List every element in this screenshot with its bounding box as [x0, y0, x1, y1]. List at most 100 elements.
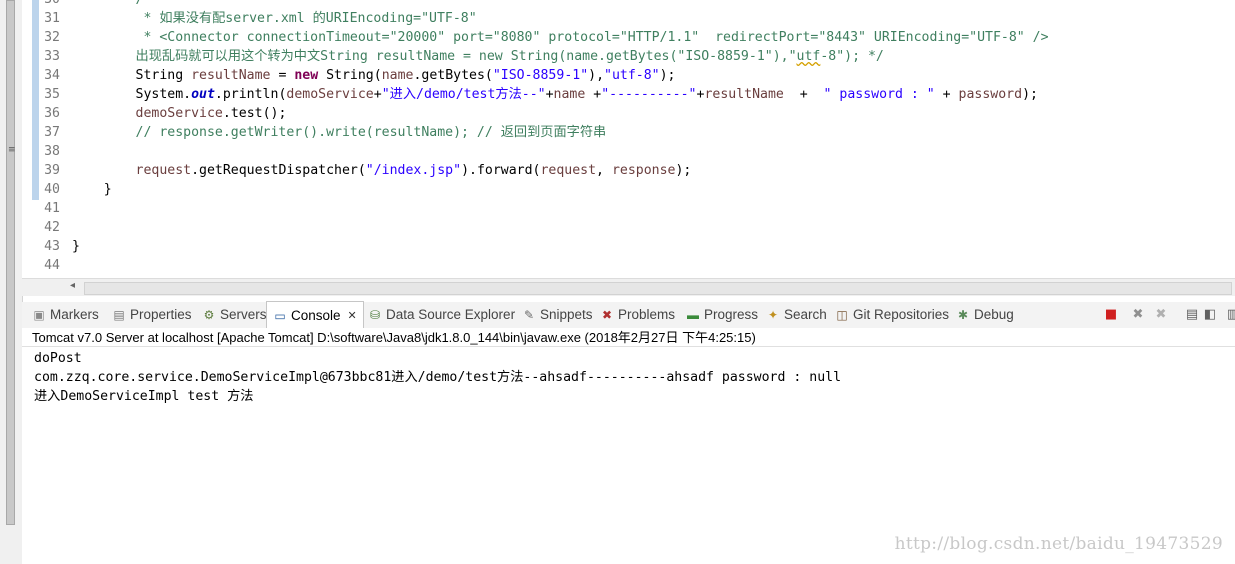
code-token: } [72, 239, 80, 254]
clear-console-icon: ▤ [1185, 307, 1199, 322]
code-line: 38 [22, 142, 1235, 161]
code-editor[interactable]: 30 /*31 * 如果没有配server.xml 的URIEncoding="… [22, 0, 1235, 278]
scroll-lock-icon: ◧ [1203, 307, 1217, 322]
line-number: 33 [44, 49, 60, 64]
snippets-icon: ✎ [523, 308, 535, 322]
tab-properties[interactable]: ▤ Properties [112, 302, 192, 328]
line-number: 36 [44, 106, 60, 121]
remove-icon: ✖ [1132, 307, 1144, 322]
tab-search[interactable]: ✦ Search [766, 302, 827, 328]
tab-label: Snippets [540, 307, 593, 322]
code-line: 41 [22, 199, 1235, 218]
code-token: .println( [214, 87, 287, 102]
code-text: 出现乱码就可以用这个转为中文String resultName = new St… [72, 47, 884, 66]
tab-console[interactable]: ▭ Console ✕ [266, 301, 364, 329]
watermark: http://blog.csdn.net/baidu_19473529 [894, 534, 1223, 554]
word-wrap-button[interactable]: ▥ [1225, 307, 1235, 323]
code-token: + [783, 87, 824, 102]
scroll-left-arrow-icon[interactable]: ◂ [70, 280, 75, 291]
problems-icon: ✖ [601, 308, 613, 322]
line-number: 38 [44, 144, 60, 159]
code-token: + [585, 87, 602, 102]
code-token: request [135, 163, 192, 178]
code-token: + [934, 87, 959, 102]
code-token: ), [588, 68, 605, 83]
line-number: 31 [44, 11, 60, 26]
tab-label: Console [291, 307, 341, 323]
code-line: 42 [22, 218, 1235, 237]
line-number: 30 [40, 0, 60, 9]
code-token: name [381, 68, 414, 83]
view-tab-bar: ▣ Markers ▤ Properties ⚙ Servers ▭ Console ✕ ⛁ Dat… [22, 301, 1235, 329]
tab-label: Data Source Explorer [386, 307, 516, 322]
tab-servers[interactable]: ⚙ Servers [202, 302, 267, 328]
code-text: * 如果没有配server.xml 的URIEncoding="UTF-8" [72, 9, 476, 28]
remove-all-icon: ✖ [1155, 307, 1167, 322]
line-number: 40 [44, 182, 60, 197]
code-token: -8"); */ [820, 49, 884, 64]
code-token: // response.getWriter().write(resultName… [72, 125, 607, 140]
code-line: 30 /* [22, 0, 1235, 9]
line-number: 44 [44, 258, 60, 273]
tab-snippets[interactable]: ✎ Snippets [522, 302, 593, 328]
tab-label: Properties [130, 307, 192, 322]
code-line: 40 } [22, 180, 1235, 199]
code-line: 44 [22, 256, 1235, 275]
code-line: 32 * <Connector connectionTimeout="20000… [22, 28, 1235, 47]
tab-data-source-explorer[interactable]: ⛁ Data Source Explorer [368, 302, 515, 328]
tab-label: Markers [50, 307, 99, 322]
clear-console-button[interactable]: ▤ [1184, 307, 1200, 323]
close-icon[interactable]: ✕ [348, 303, 357, 329]
code-line: 37 // response.getWriter().write(resultN… [22, 123, 1235, 142]
code-line: 34 String resultName = new String(name.g… [22, 66, 1235, 85]
code-token: ); [659, 68, 676, 83]
code-text: demoService.test(); [72, 104, 287, 123]
code-token: .getBytes( [413, 68, 493, 83]
tab-markers[interactable]: ▣ Markers [32, 302, 99, 328]
code-token: name [553, 87, 586, 102]
tab-label: Servers [220, 307, 267, 322]
code-token: "----------" [601, 87, 697, 102]
word-wrap-icon: ▥ [1226, 307, 1235, 322]
tab-debug[interactable]: ✱ Debug [956, 302, 1014, 328]
markers-icon: ▣ [33, 308, 45, 322]
console-output[interactable]: doPost com.zzq.core.service.DemoServiceI… [22, 347, 1235, 564]
scrollbar-thumb[interactable] [6, 0, 15, 525]
tab-problems[interactable]: ✖ Problems [600, 302, 675, 328]
code-token: ).forward( [461, 163, 541, 178]
properties-icon: ▤ [113, 308, 125, 322]
code-token: "utf-8" [604, 68, 660, 83]
code-token: /* [72, 0, 152, 7]
code-token: } [72, 182, 112, 197]
code-text: * <Connector connectionTimeout="20000" p… [72, 28, 1049, 47]
code-line: 39 request.getRequestDispatcher("/index.… [22, 161, 1235, 180]
code-line: 31 * 如果没有配server.xml 的URIEncoding="UTF-8… [22, 9, 1235, 28]
terminate-button[interactable]: ■ [1103, 307, 1119, 323]
line-number: 35 [44, 87, 60, 102]
code-text: } [72, 237, 80, 256]
code-token: .getRequestDispatcher( [191, 163, 366, 178]
code-token: ); [675, 163, 692, 178]
stop-icon: ■ [1104, 307, 1118, 322]
remove-all-button[interactable]: ✖ [1153, 307, 1169, 323]
code-line: 35 System.out.println(demoService+"进入/de… [22, 85, 1235, 104]
code-token: "ISO-8859-1" [492, 68, 589, 83]
console-launch-description: Tomcat v7.0 Server at localhost [Apache … [22, 328, 1235, 347]
code-text: request.getRequestDispatcher("/index.jsp… [72, 161, 692, 180]
tab-git-repositories[interactable]: ◫ Git Repositories [835, 302, 949, 328]
tab-label: Progress [704, 307, 759, 322]
left-vertical-scrollbar[interactable]: ≡ [0, 0, 23, 564]
remove-launch-button[interactable]: ✖ [1130, 307, 1146, 323]
editor-horizontal-scrollbar[interactable]: ◂ [22, 278, 1235, 296]
tab-progress[interactable]: ▬ Progress [686, 302, 758, 328]
code-line: 33 出现乱码就可以用这个转为中文String resultName = new… [22, 47, 1235, 66]
code-token: * <Connector connectionTimeout="20000" p… [72, 30, 1049, 45]
debug-icon: ✱ [957, 308, 969, 322]
code-text: // response.getWriter().write(resultName… [72, 123, 607, 142]
resize-grip-icon: ≡ [8, 145, 16, 155]
code-token: password [958, 87, 1023, 102]
scroll-lock-button[interactable]: ◧ [1202, 307, 1218, 323]
tab-label: Git Repositories [853, 307, 950, 322]
horizontal-scrollbar-thumb[interactable] [84, 282, 1232, 295]
